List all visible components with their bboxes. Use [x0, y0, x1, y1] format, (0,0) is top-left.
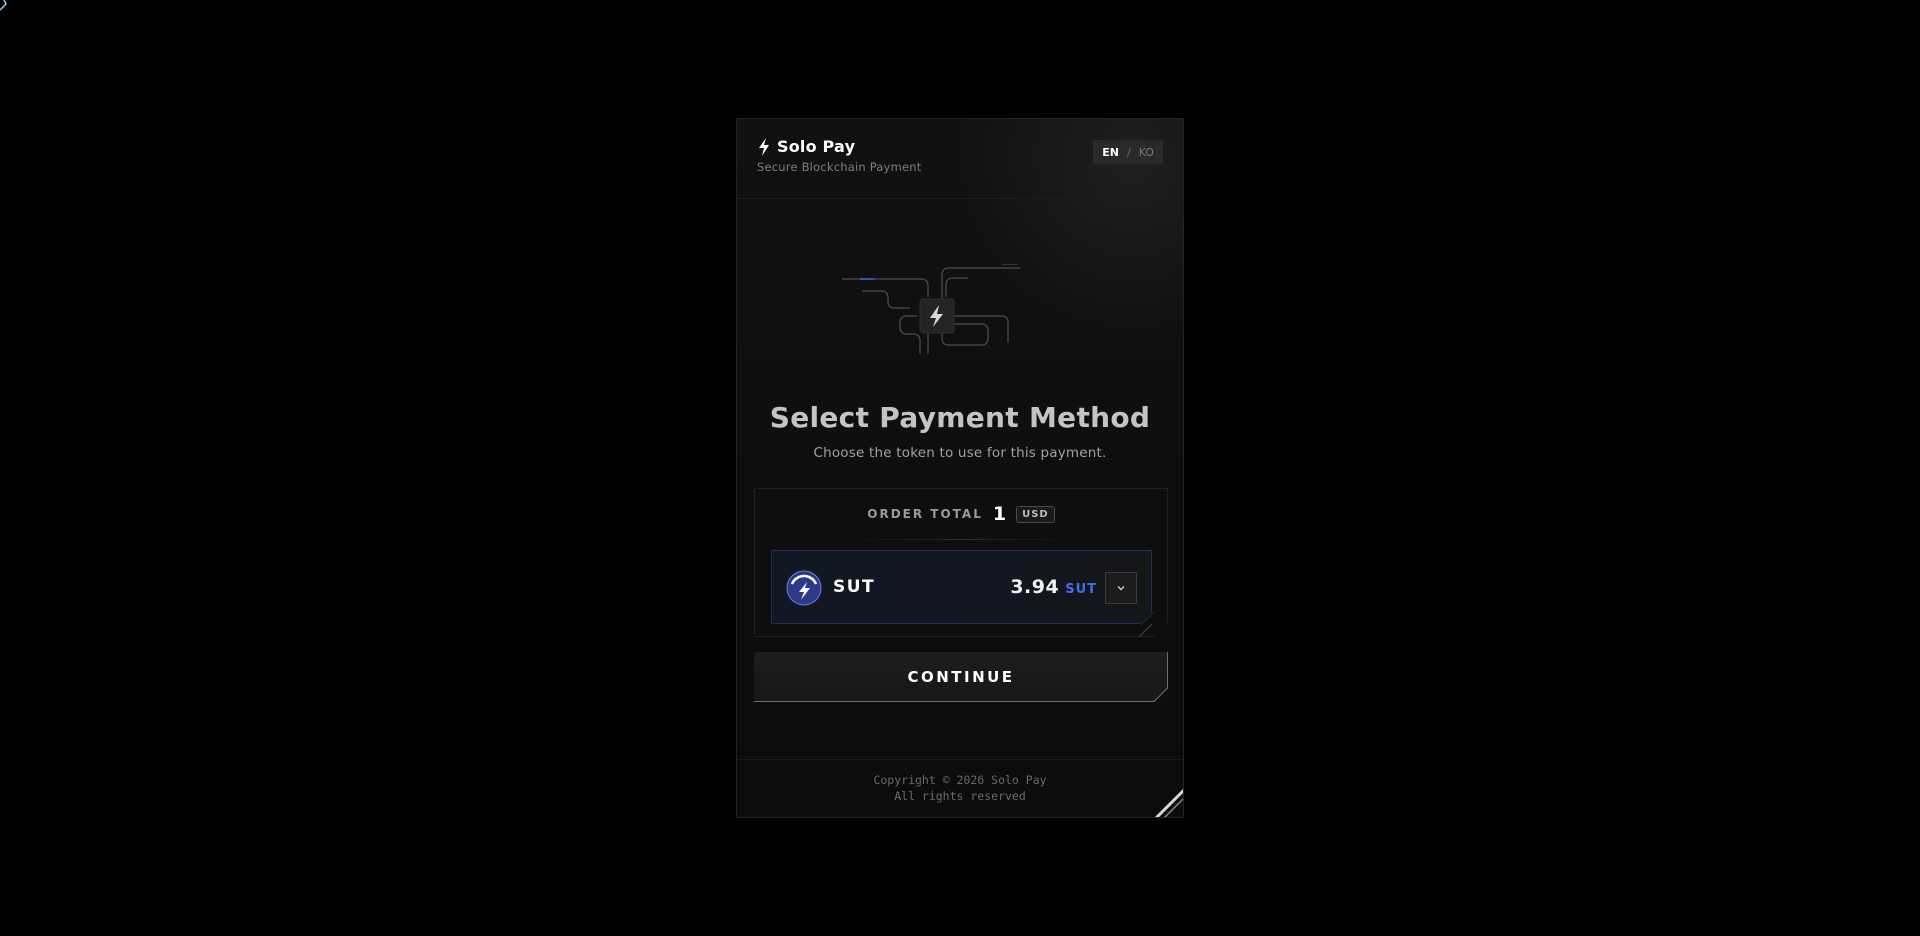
token-dropdown-button[interactable]	[1105, 572, 1137, 604]
brand-name: Solo Pay	[777, 137, 856, 156]
corner-bolt-icon	[0, 0, 7, 11]
footer: Copyright © 2026 Solo Pay All rights res…	[737, 759, 1183, 817]
footer-copyright: Copyright © 2026 Solo Pay	[873, 773, 1047, 787]
order-total-label: ORDER TOTAL	[867, 507, 983, 521]
payment-card: Solo Pay Secure Blockchain Payment EN / …	[736, 118, 1184, 818]
chevron-down-icon	[1116, 583, 1126, 593]
token-selector[interactable]: SUT 3.94 SUT	[771, 550, 1152, 624]
token-amount-value: 3.94	[1010, 576, 1060, 598]
order-summary: ORDER TOTAL 1 USD SUT 3.94 SUT	[754, 488, 1168, 637]
card-header: Solo Pay Secure Blockchain Payment EN / …	[737, 119, 1183, 199]
language-option-en[interactable]: EN	[1102, 146, 1119, 159]
continue-button[interactable]: CONTINUE	[754, 652, 1168, 702]
order-total-row: ORDER TOTAL 1 USD	[755, 503, 1167, 525]
page-title: Select Payment Method	[769, 401, 1151, 434]
language-separator: /	[1127, 145, 1131, 159]
sut-token-icon	[786, 570, 822, 606]
language-switcher: EN / KO	[1093, 140, 1163, 164]
token-name: SUT	[833, 577, 876, 597]
circuit-illustration	[842, 264, 1020, 354]
order-divider	[845, 539, 1077, 540]
token-amount-symbol: SUT	[1065, 582, 1097, 597]
language-option-ko[interactable]: KO	[1139, 146, 1154, 159]
token-amount: 3.94 SUT	[1010, 576, 1097, 598]
lightning-bolt-icon	[759, 137, 769, 156]
footer-rights: All rights reserved	[894, 789, 1026, 803]
currency-badge: USD	[1016, 506, 1055, 523]
order-total-amount: 1	[992, 503, 1007, 525]
page-subtitle: Choose the token to use for this payment…	[813, 445, 1107, 461]
card-corner-accent	[1154, 788, 1183, 817]
